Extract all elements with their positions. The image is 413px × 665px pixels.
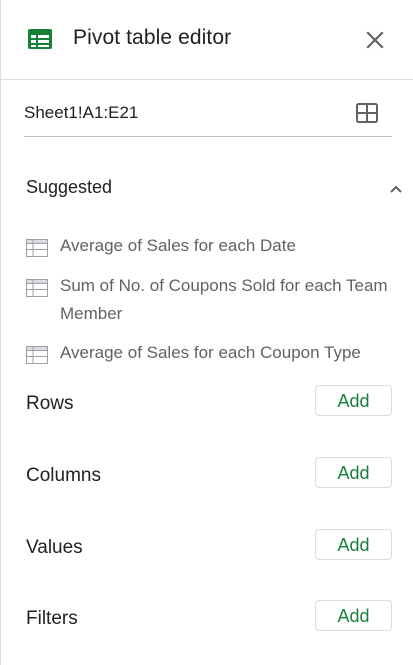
- section-label: Values: [26, 537, 83, 558]
- suggestion-item[interactable]: Average of Sales for each Coupon Type: [26, 343, 406, 369]
- close-icon[interactable]: [363, 28, 387, 52]
- suggested-title: Suggested: [26, 177, 113, 197]
- section-columns: Columns Add: [26, 457, 392, 491]
- suggested-toggle[interactable]: Suggested: [26, 175, 406, 201]
- section-label: Filters: [26, 608, 78, 629]
- add-rows-button[interactable]: Add: [315, 385, 392, 416]
- section-filters: Filters Add: [26, 600, 392, 634]
- add-filters-button[interactable]: Add: [315, 600, 392, 631]
- section-label: Columns: [26, 465, 101, 486]
- suggestion-label: Average of Sales for each Coupon Type: [60, 343, 361, 362]
- add-values-button[interactable]: Add: [315, 529, 392, 560]
- suggestion-label: Average of Sales for each Date: [60, 236, 296, 255]
- data-range-value[interactable]: Sheet1!A1:E21: [24, 103, 138, 123]
- pivot-table-icon: [26, 346, 48, 364]
- pivot-table-editor-panel: Pivot table editor Sheet1!A1:E21 Suggest…: [0, 0, 413, 665]
- suggestion-label: Sum of No. of Coupons Sold for each Team…: [60, 276, 388, 323]
- pivot-table-icon: [26, 239, 48, 257]
- suggestion-item[interactable]: Sum of No. of Coupons Sold for each Team…: [26, 276, 406, 326]
- panel-title: Pivot table editor: [73, 26, 232, 49]
- chevron-up-icon[interactable]: [388, 181, 404, 197]
- suggestion-item[interactable]: Average of Sales for each Date: [26, 236, 406, 262]
- select-range-icon[interactable]: [356, 103, 378, 123]
- sheets-table-icon: [28, 29, 52, 49]
- section-rows: Rows Add: [26, 385, 392, 419]
- data-range-field[interactable]: Sheet1!A1:E21: [24, 92, 392, 137]
- section-label: Rows: [26, 393, 74, 414]
- editor-header: Pivot table editor: [1, 0, 413, 80]
- section-values: Values Add: [26, 529, 392, 563]
- pivot-table-icon: [26, 279, 48, 297]
- add-columns-button[interactable]: Add: [315, 457, 392, 488]
